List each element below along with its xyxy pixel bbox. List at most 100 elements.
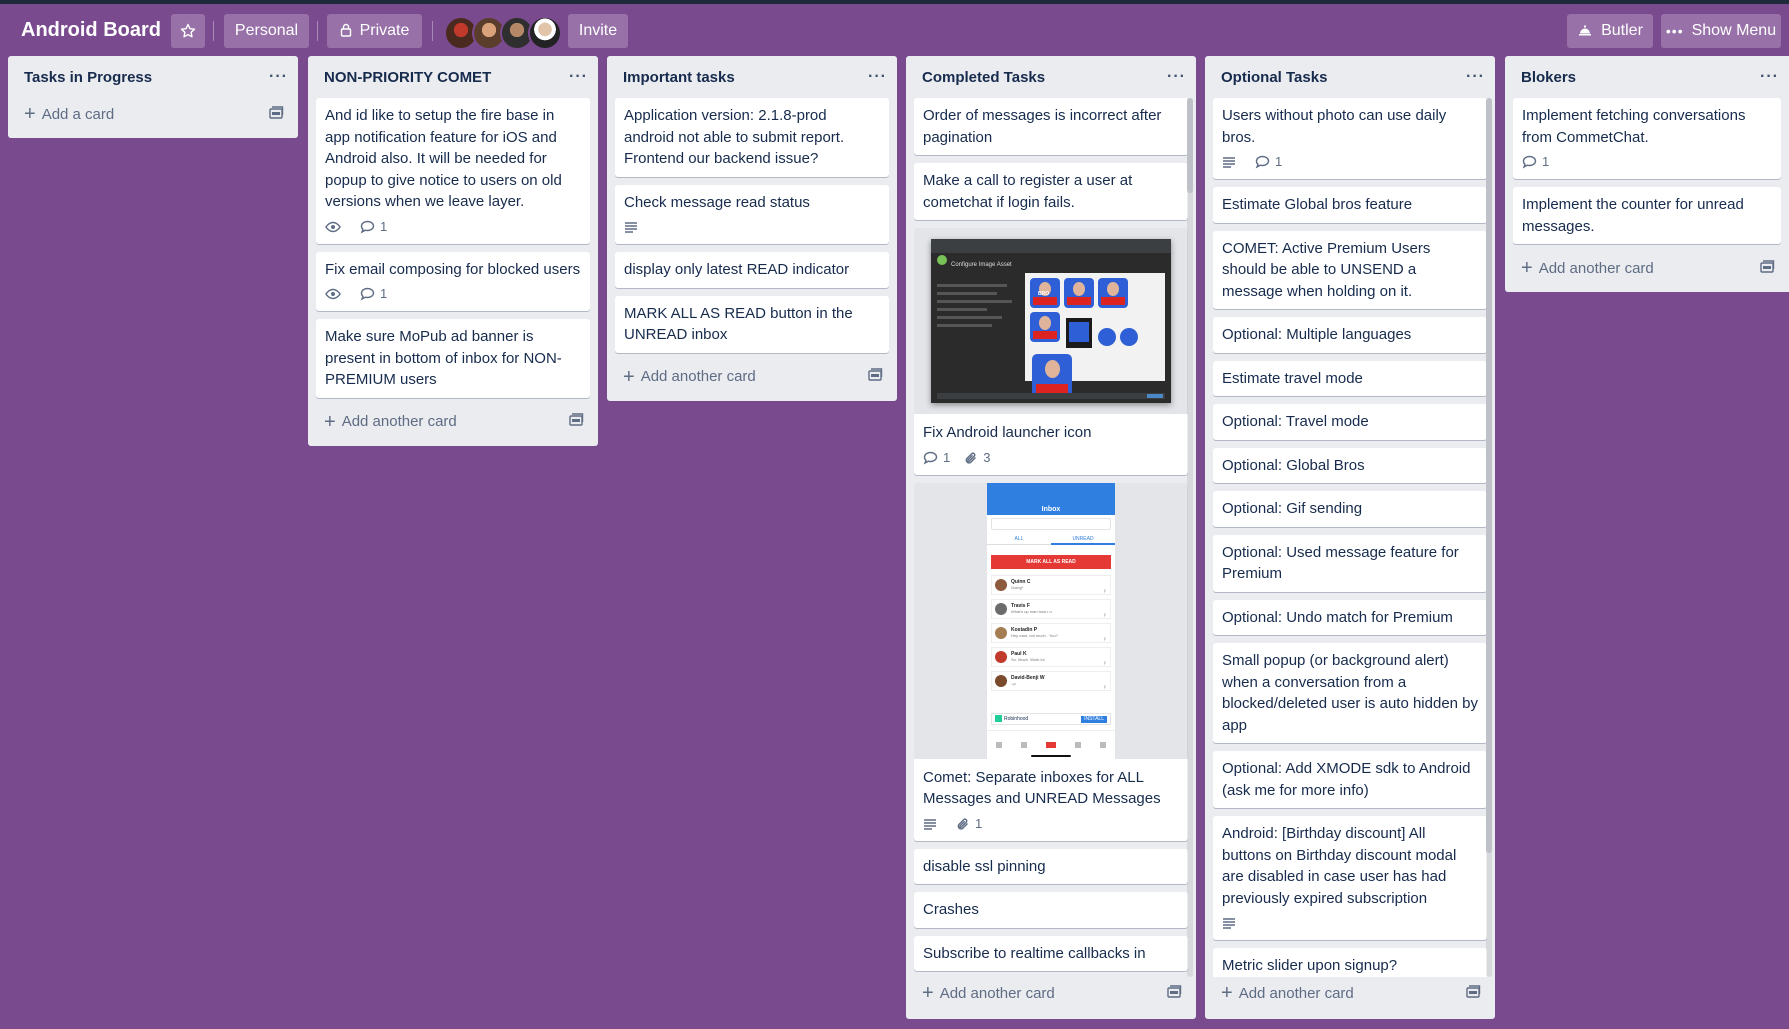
card-title: Make sure MoPub ad banner is present in …	[325, 328, 562, 388]
card-title: Optional: Travel mode	[1222, 413, 1369, 430]
list-scrollbar-thumb[interactable]	[1486, 98, 1492, 853]
board-header: Android Board Personal Private Invite Bu…	[0, 4, 1789, 56]
member-avatars	[444, 16, 562, 50]
avatar[interactable]	[528, 16, 562, 50]
card[interactable]: Small popup (or background alert) when a…	[1213, 643, 1487, 743]
template-icon[interactable]	[1466, 984, 1481, 1002]
card-title: Check message read status	[624, 193, 810, 211]
template-icon[interactable]	[269, 105, 284, 123]
list-title[interactable]: Completed Tasks	[922, 69, 1045, 86]
inbox-avatar	[995, 650, 1007, 663]
card[interactable]: Optional: Add XMODE sdk to Android (ask …	[1213, 751, 1487, 808]
list-menu-icon[interactable]: ···	[868, 68, 887, 86]
card[interactable]: Optional: Multiple languages	[1213, 317, 1487, 353]
card-title: Users without photo can use daily bros.	[1222, 107, 1447, 146]
watch-badge	[325, 288, 346, 300]
card[interactable]: Order of messages is incorrect after pag…	[914, 98, 1188, 155]
card-badges: 1	[1522, 152, 1772, 172]
inbox-avatar	[995, 578, 1007, 591]
card-cover-image: Inbox ALL UNREAD MARK ALL AS READ Quinn …	[914, 482, 1188, 759]
card[interactable]: Optional: Undo match for Premium	[1213, 599, 1487, 635]
card[interactable]: Android: [Birthday discount] All buttons…	[1213, 816, 1487, 940]
team-button[interactable]: Personal	[224, 14, 309, 48]
list-title[interactable]: Tasks in Progress	[24, 69, 152, 86]
comment-count: 1	[380, 286, 388, 302]
card[interactable]: Fix email composing for blocked users 1	[316, 251, 590, 311]
visibility-button[interactable]: Private	[327, 14, 422, 48]
plus-icon: +	[324, 410, 336, 433]
card[interactable]: Estimate Global bros feature	[1213, 187, 1487, 223]
card[interactable]: And id like to setup the fire base in ap…	[316, 98, 590, 244]
card[interactable]: Users without photo can use daily bros. …	[1213, 98, 1487, 179]
list-header: Tasks in Progress ···	[16, 56, 290, 98]
board-title[interactable]: Android Board	[21, 19, 161, 42]
card[interactable]: disable ssl pinning	[914, 848, 1188, 884]
list-menu-icon[interactable]: ···	[569, 68, 588, 86]
eye-icon	[325, 221, 341, 232]
inbox-avatar	[995, 626, 1007, 639]
list-menu-icon[interactable]: ···	[1466, 68, 1485, 86]
card[interactable]: Make a call to register a user at cometc…	[914, 163, 1188, 220]
invite-button[interactable]: Invite	[568, 14, 628, 48]
card[interactable]: Check message read status	[615, 184, 889, 244]
add-card-button[interactable]: + Add another card	[1213, 977, 1487, 1009]
list-scrollbar[interactable]	[1187, 98, 1193, 977]
card[interactable]: COMET: Active Premium Users should be ab…	[1213, 230, 1487, 309]
list-scrollbar[interactable]	[1486, 98, 1492, 977]
card[interactable]: Configure Image Asset BRO Fix Android la…	[914, 228, 1188, 475]
paperclip-icon	[957, 818, 968, 830]
card[interactable]: Optional: Global Bros	[1213, 447, 1487, 483]
list-header: Optional Tasks ···	[1213, 56, 1487, 98]
template-icon[interactable]	[868, 368, 883, 385]
list-menu-icon[interactable]: ···	[269, 68, 288, 86]
card-title: Metric slider upon signup?	[1222, 957, 1398, 974]
star-button[interactable]	[171, 14, 205, 48]
list-header: Completed Tasks ···	[914, 56, 1188, 98]
card[interactable]: Crashes	[914, 892, 1188, 928]
invite-label: Invite	[578, 22, 618, 39]
list-title[interactable]: NON-PRIORITY COMET	[324, 69, 491, 86]
card[interactable]: Optional: Travel mode	[1213, 404, 1487, 440]
card[interactable]: Implement fetching conversations from Co…	[1513, 98, 1781, 179]
add-card-button[interactable]: + Add another card	[1513, 252, 1781, 284]
card-title: Fix email composing for blocked users	[325, 260, 581, 278]
butler-button[interactable]: Butler	[1567, 14, 1653, 48]
card[interactable]: MARK ALL AS READ button in the UNREAD in…	[615, 295, 889, 353]
list-optional-tasks: Optional Tasks ··· Users without photo c…	[1205, 56, 1495, 1019]
card[interactable]: Optional: Gif sending	[1213, 491, 1487, 527]
list-title[interactable]: Important tasks	[623, 69, 735, 86]
template-icon[interactable]	[569, 413, 584, 430]
card[interactable]: display only latest READ indicator	[615, 252, 889, 288]
add-card-button[interactable]: + Add another card	[914, 977, 1188, 1009]
card-title: Small popup (or background alert) when a…	[1222, 652, 1479, 734]
inbox-row-message: Going*	[1011, 584, 1024, 590]
card[interactable]: Application version: 2.1.8-prod android …	[615, 98, 889, 177]
list-scrollbar-thumb[interactable]	[1187, 98, 1193, 193]
description-icon	[625, 222, 637, 233]
comments-badge: 1	[1255, 151, 1282, 173]
card-title: MARK ALL AS READ button in the UNREAD in…	[624, 304, 853, 344]
list-menu-icon[interactable]: ···	[1760, 68, 1779, 86]
card[interactable]: Inbox ALL UNREAD MARK ALL AS READ Quinn …	[914, 482, 1188, 841]
template-icon[interactable]	[1760, 259, 1775, 277]
template-icon[interactable]	[1167, 984, 1182, 1002]
card[interactable]: Implement the counter for unread message…	[1513, 187, 1781, 244]
add-card-button[interactable]: + Add another card	[316, 406, 590, 438]
card[interactable]: Optional: Used message feature for Premi…	[1213, 534, 1487, 592]
list-title[interactable]: Optional Tasks	[1221, 69, 1327, 86]
card-title: Optional: Gif sending	[1222, 500, 1363, 517]
card[interactable]: Estimate travel mode	[1213, 360, 1487, 396]
android-studio-screenshot: Configure Image Asset BRO	[931, 239, 1171, 403]
add-card-button[interactable]: + Add a card	[16, 98, 290, 130]
show-menu-button[interactable]: ••• Show Menu	[1661, 14, 1781, 48]
card[interactable]: Subscribe to realtime callbacks in	[914, 935, 1188, 971]
card-title: Estimate Global bros feature	[1222, 196, 1413, 213]
card-scroll-area[interactable]: Order of messages is incorrect after pag…	[914, 98, 1188, 977]
card[interactable]: Make sure MoPub ad banner is present in …	[316, 319, 590, 398]
inbox-avatar	[995, 602, 1007, 615]
add-card-button[interactable]: + Add another card	[615, 361, 889, 393]
card[interactable]: Metric slider upon signup?	[1213, 948, 1487, 977]
card-scroll-area[interactable]: Users without photo can use daily bros. …	[1213, 98, 1487, 977]
list-title[interactable]: Blokers	[1521, 69, 1576, 86]
list-menu-icon[interactable]: ···	[1167, 68, 1186, 86]
